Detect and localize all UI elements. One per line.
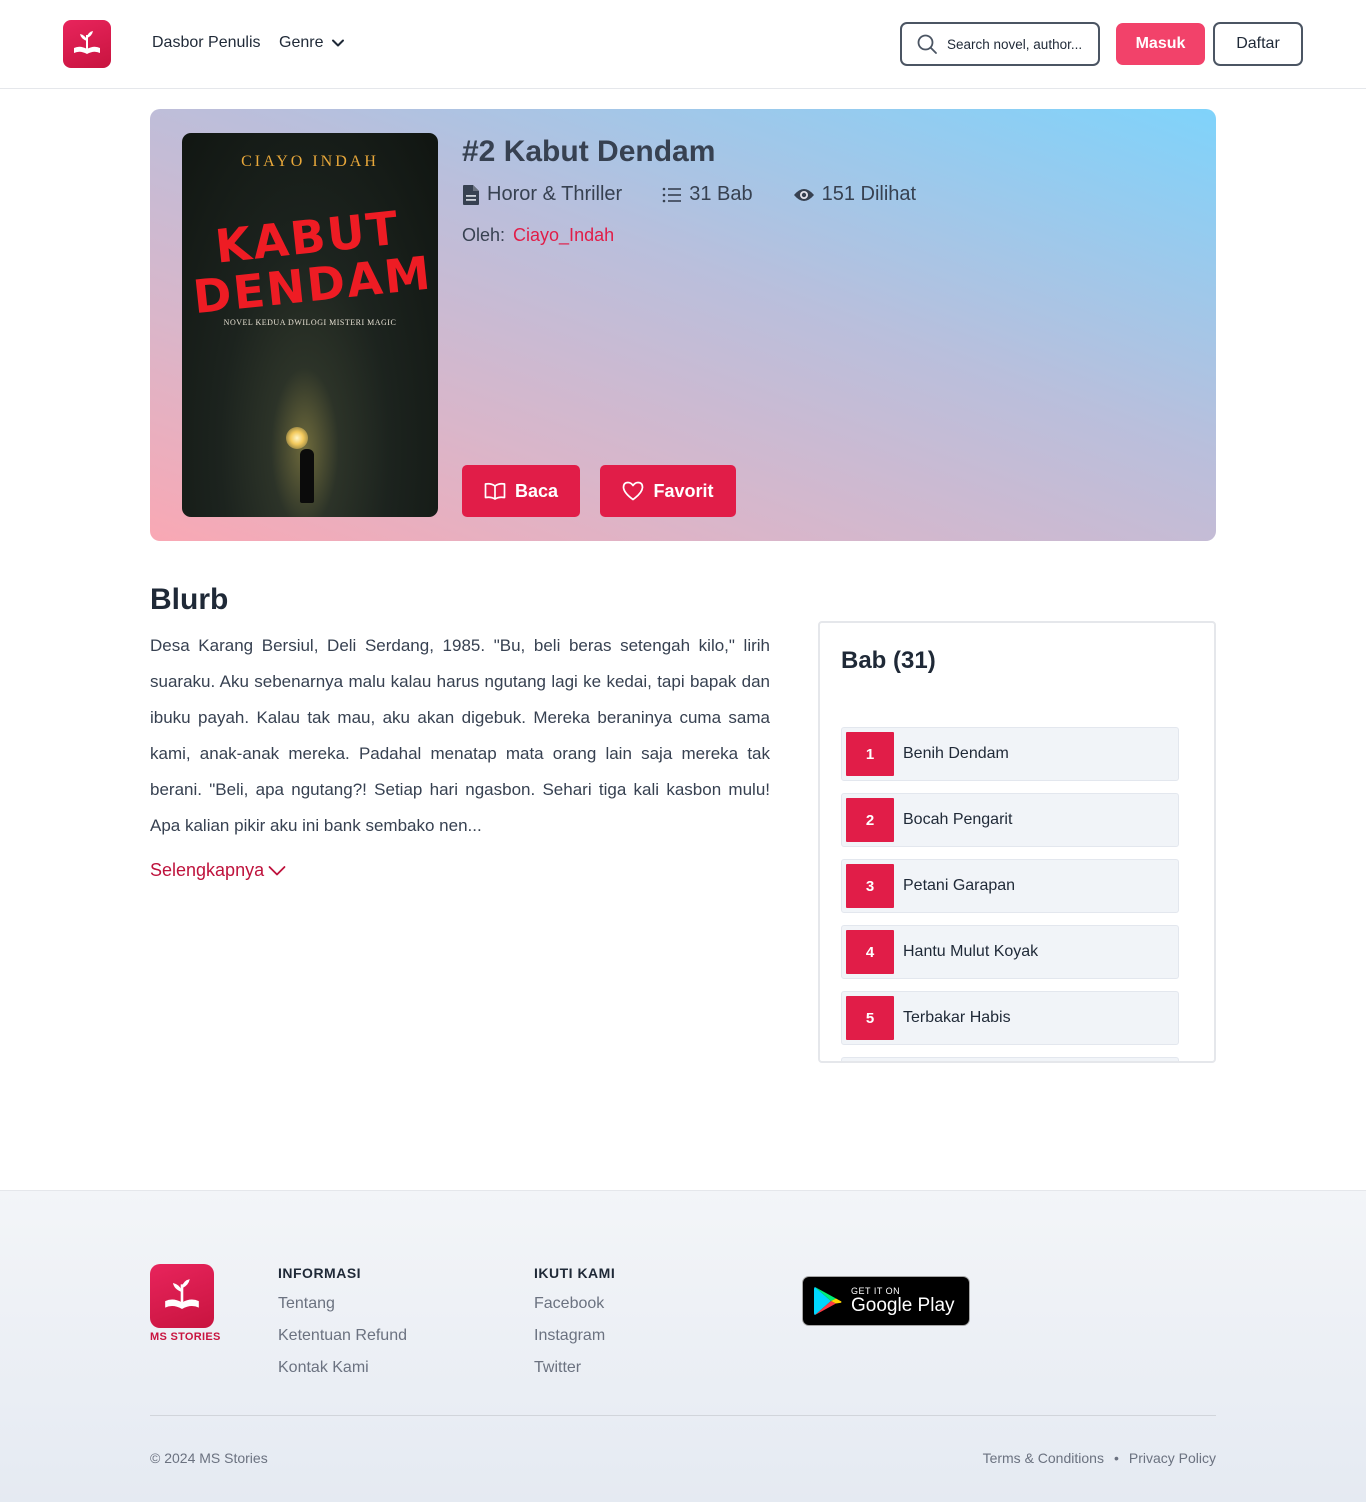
chapter-number: 4 <box>846 930 894 974</box>
footer-logo-icon[interactable] <box>150 1264 214 1328</box>
cover-author-text: CIAYO INDAH <box>241 153 379 170</box>
search-icon <box>917 34 937 54</box>
book-views-label: 151 Dilihat <box>821 183 917 205</box>
book-chapters-label: 31 Bab <box>689 183 753 205</box>
legal-separator: • <box>1113 1450 1119 1466</box>
chapter-item[interactable] <box>841 1057 1179 1063</box>
chapter-title: Terbakar Habis <box>903 1009 1011 1026</box>
read-more-label: Selengkapnya <box>150 860 265 880</box>
blurb-heading: Blurb <box>150 583 229 616</box>
chapter-number: 3 <box>846 864 894 908</box>
read-button-label: Baca <box>514 480 559 501</box>
cover-subtitle: NOVEL KEDUA DWILOGI MISTERI MAGIC <box>223 318 397 327</box>
copyright-text: © 2024 MS Stories <box>150 1450 268 1466</box>
author-prefix: Oleh: <box>462 225 506 245</box>
heart-icon <box>623 481 644 501</box>
book-hero: CIAYO INDAH KABUT DENDAM NOVEL KEDUA DWI… <box>150 109 1216 541</box>
chapter-number: 1 <box>846 732 894 776</box>
chapter-item[interactable]: 5 Terbakar Habis <box>841 991 1179 1045</box>
logo-icon[interactable] <box>63 20 111 68</box>
footer-info-column: INFORMASI Tentang Ketentuan Refund Konta… <box>278 1265 407 1391</box>
chevron-down-icon <box>332 39 345 47</box>
chapter-item[interactable]: 3 Petani Garapan <box>841 859 1179 913</box>
book-sprout-icon <box>165 1279 199 1309</box>
book-cover[interactable]: CIAYO INDAH KABUT DENDAM NOVEL KEDUA DWI… <box>182 133 438 517</box>
read-more-link[interactable]: Selengkapnya <box>150 860 286 881</box>
site-footer: MS STORIES INFORMASI Tentang Ketentuan R… <box>0 1190 1366 1502</box>
register-button[interactable]: Daftar <box>1213 22 1303 66</box>
footer-divider <box>150 1415 1216 1416</box>
chevron-down-icon <box>268 865 286 875</box>
chapters-heading: Bab (31) <box>841 647 936 674</box>
privacy-link[interactable]: Privacy Policy <box>1129 1450 1216 1466</box>
book-meta: Horor & Thriller 31 Bab 151 Dilihat <box>462 183 956 206</box>
blurb-text: Desa Karang Bersiul, Deli Serdang, 1985.… <box>150 636 770 835</box>
nav-dashboard-label: Dasbor Penulis <box>152 34 261 51</box>
footer-link-facebook[interactable]: Facebook <box>534 1295 615 1327</box>
chapter-number <box>846 1062 894 1063</box>
footer-link-refund[interactable]: Ketentuan Refund <box>278 1327 407 1359</box>
favorite-button-label: Favorit <box>653 480 714 501</box>
book-title: #2 Kabut Dendam <box>462 135 716 168</box>
search-box[interactable] <box>900 22 1100 66</box>
footer-info-heading: INFORMASI <box>278 1265 362 1281</box>
favorite-button[interactable]: Favorit <box>600 465 736 517</box>
google-play-icon <box>814 1287 842 1315</box>
cover-lantern-light <box>286 427 308 449</box>
footer-brand-name: MS STORIES <box>150 1331 221 1343</box>
google-play-badge[interactable]: GET IT ON Google Play <box>802 1276 970 1326</box>
chapter-title: Petani Garapan <box>903 877 1016 894</box>
footer-link-contact[interactable]: Kontak Kami <box>278 1359 407 1391</box>
chapter-item[interactable]: 1 Benih Dendam <box>841 727 1179 781</box>
cover-figure <box>300 449 314 503</box>
search-input[interactable] <box>947 36 1092 52</box>
eye-icon <box>793 188 814 201</box>
chapter-item[interactable]: 4 Hantu Mulut Koyak <box>841 925 1179 979</box>
chapter-number: 5 <box>846 996 894 1040</box>
footer-follow-column: IKUTI KAMI Facebook Instagram Twitter <box>534 1265 615 1391</box>
author-link[interactable]: Ciayo_Indah <box>513 225 614 245</box>
cover-title: KABUT DENDAM <box>182 200 438 325</box>
book-chapters-count: 31 Bab <box>662 183 753 206</box>
chapters-panel[interactable]: Bab (31) 1 Benih Dendam 2 Bocah Pengarit… <box>818 621 1216 1063</box>
terms-link[interactable]: Terms & Conditions <box>983 1450 1104 1466</box>
chapter-title: Bocah Pengarit <box>903 811 1013 828</box>
nav-genre-dropdown[interactable]: Genre <box>279 34 345 52</box>
site-header: Dasbor Penulis Genre Masuk Daftar <box>0 0 1366 89</box>
footer-link-instagram[interactable]: Instagram <box>534 1327 615 1359</box>
nav-dashboard-link[interactable]: Dasbor Penulis <box>152 34 261 52</box>
chapter-list: 1 Benih Dendam 2 Bocah Pengarit 3 Petani… <box>841 727 1179 1063</box>
legal-links: Terms & Conditions • Privacy Policy <box>983 1450 1216 1466</box>
google-play-text: GET IT ON Google Play <box>851 1286 955 1316</box>
chapter-number: 2 <box>846 798 894 842</box>
nav-genre-label: Genre <box>279 34 324 51</box>
book-open-icon <box>484 482 506 500</box>
book-views: 151 Dilihat <box>793 183 917 206</box>
book-genre-label: Horor & Thriller <box>487 183 623 205</box>
chapter-title: Hantu Mulut Koyak <box>903 943 1039 960</box>
footer-follow-heading: IKUTI KAMI <box>534 1265 616 1281</box>
footer-link-about[interactable]: Tentang <box>278 1295 407 1327</box>
login-button[interactable]: Masuk <box>1116 23 1205 65</box>
list-icon <box>662 187 682 202</box>
read-button[interactable]: Baca <box>462 465 580 517</box>
book-author: Oleh: Ciayo_Indah <box>462 225 614 246</box>
chapter-title: Benih Dendam <box>903 745 1009 762</box>
book-genre: Horor & Thriller <box>462 183 622 206</box>
footer-link-twitter[interactable]: Twitter <box>534 1359 615 1391</box>
document-icon <box>463 184 479 205</box>
book-sprout-icon <box>74 31 100 54</box>
google-play-big-text: Google Play <box>851 1295 955 1316</box>
chapter-item[interactable]: 2 Bocah Pengarit <box>841 793 1179 847</box>
